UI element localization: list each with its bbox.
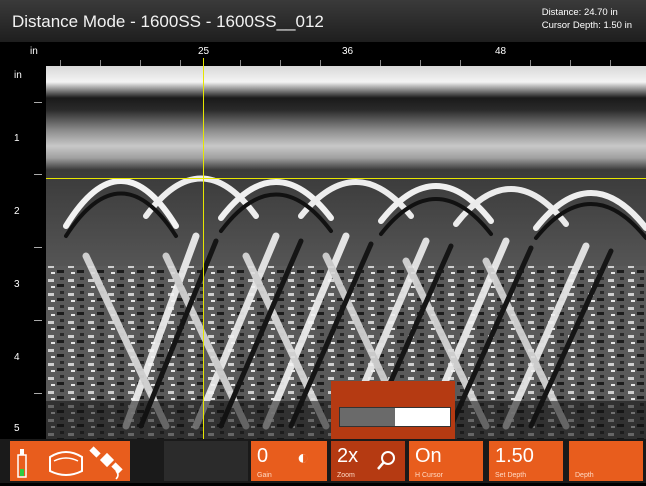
ruler-tick-25: 25: [198, 46, 210, 57]
zoom-slider[interactable]: [339, 407, 451, 427]
ruler-minor-tick: [34, 247, 42, 248]
toolbar-spacer: [164, 441, 248, 481]
gain-value: 0: [257, 445, 269, 467]
scan-device-icon: [49, 451, 83, 476]
depth-tick-4: 4: [14, 352, 20, 363]
ruler-minor-tick: [34, 102, 42, 103]
cursor-depth-readout: Cursor Depth: 1.50 in: [541, 20, 632, 31]
zoom-slider-fill: [395, 408, 450, 426]
contrast-icon: ◐: [297, 447, 310, 469]
distance-readout: Distance: 24.70 in: [541, 7, 618, 18]
cursor-value: On: [415, 445, 442, 467]
zoom-label: Zoom: [337, 472, 355, 479]
zoom-popup: [331, 381, 455, 439]
zoom-button[interactable]: 2x Zoom: [331, 441, 405, 481]
magnifier-icon: [377, 451, 395, 470]
satellite-icon: [89, 446, 123, 480]
gain-button[interactable]: 0 ◐ Gain: [251, 441, 327, 481]
depth-label: Set Depth: [495, 472, 527, 479]
ruler-minor-tick: [34, 320, 42, 321]
depth-tick-1: 1: [14, 133, 20, 144]
zoom-value: 2x: [337, 445, 359, 467]
gain-label: Gain: [257, 472, 272, 479]
depth-tick-5: 5: [14, 423, 20, 434]
depth-button[interactable]: 1.50 Set Depth: [489, 441, 563, 481]
window-title: Distance Mode - 1600SS - 1600SS__012: [12, 12, 324, 31]
ruler-unit-label: in: [14, 70, 22, 81]
extra-label: Depth: [575, 472, 594, 479]
ruler-minor-tick: [34, 174, 42, 175]
depth-tick-3: 3: [14, 279, 20, 290]
cursor-button[interactable]: On H Cursor: [409, 441, 483, 481]
depth-tick-2: 2: [14, 206, 20, 217]
bottom-toolbar: 0 ◐ Gain 2x Zoom On H Cursor 1.50 Set De…: [0, 439, 646, 483]
ruler-tick-36: 36: [342, 46, 354, 57]
ruler-tick-48: 48: [495, 46, 507, 57]
title-bar: Distance Mode - 1600SS - 1600SS__012 Dis…: [0, 0, 646, 42]
ruler-unit-label: in: [30, 46, 38, 57]
extra-button[interactable]: Depth: [569, 441, 643, 481]
depth-value: 1.50: [495, 445, 534, 467]
position-readout: Distance: 24.70 in Cursor Depth: 1.50 in: [542, 6, 632, 32]
scan-device-button[interactable]: [44, 441, 88, 481]
cursor-label: H Cursor: [415, 472, 444, 479]
vertical-ruler: in 1 2 3 4 5: [0, 66, 46, 439]
horizontal-ruler: in 25 36 48: [0, 42, 646, 66]
vertical-cursor-line[interactable]: [203, 58, 204, 439]
gps-button[interactable]: [86, 441, 130, 481]
horizontal-cursor-line[interactable]: [46, 178, 646, 179]
ruler-minor-tick: [34, 393, 42, 394]
